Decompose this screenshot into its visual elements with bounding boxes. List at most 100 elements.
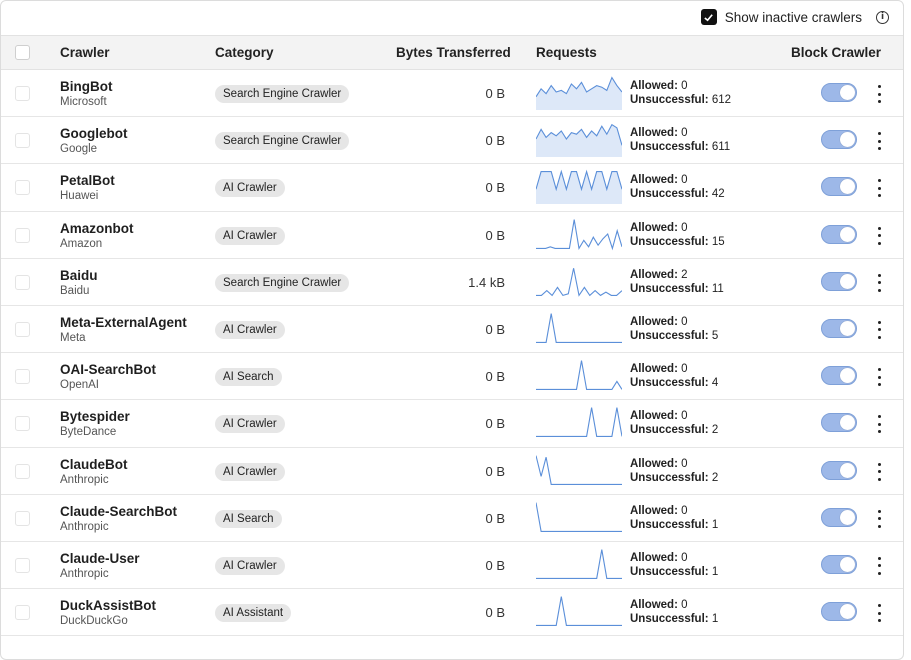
allowed-label: Allowed: xyxy=(630,363,678,376)
more-options-icon[interactable] xyxy=(874,604,884,623)
crawler-name[interactable]: BingBot xyxy=(60,79,112,94)
crawler-name[interactable]: Bytespider xyxy=(60,409,130,424)
block-crawler-toggle[interactable] xyxy=(821,602,857,622)
bytes-transferred: 0 B xyxy=(485,369,505,385)
row-checkbox[interactable] xyxy=(15,180,30,196)
crawler-owner: Meta xyxy=(60,331,86,344)
crawler-name[interactable]: Claude-SearchBot xyxy=(60,504,177,519)
category-badge: Search Engine Crawler xyxy=(215,85,350,103)
more-options-icon[interactable] xyxy=(874,226,884,245)
request-stats: Allowed: 0 Unsuccessful: 42 xyxy=(630,173,725,201)
allowed-label: Allowed: xyxy=(630,221,678,234)
table-row[interactable]: Bytespider ByteDance AI Crawler 0 B Allo… xyxy=(1,400,903,448)
more-options-icon[interactable] xyxy=(874,509,884,528)
more-options-icon[interactable] xyxy=(874,556,884,575)
table-row[interactable]: ClaudeBot Anthropic AI Crawler 0 B Allow… xyxy=(1,448,903,495)
request-stats: Allowed: 0 Unsuccessful: 612 xyxy=(630,79,731,107)
sparkline-line xyxy=(536,313,622,343)
category-badge: AI Crawler xyxy=(215,556,285,575)
table-row[interactable]: Meta-ExternalAgent Meta AI Crawler 0 B A… xyxy=(1,306,903,354)
row-checkbox[interactable] xyxy=(15,86,30,101)
allowed-label: Allowed: xyxy=(630,80,678,92)
crawler-name[interactable]: Amazonbot xyxy=(60,221,134,236)
crawler-name[interactable]: ClaudeBot xyxy=(60,457,128,472)
allowed-label: Allowed: xyxy=(630,127,678,140)
row-checkbox[interactable] xyxy=(15,321,30,337)
more-options-icon[interactable] xyxy=(874,462,884,481)
column-header-crawler[interactable]: Crawler xyxy=(60,45,110,60)
crawler-owner: Anthropic xyxy=(60,520,109,533)
unsuccessful-count: 1 xyxy=(711,565,719,578)
table-row[interactable]: Amazonbot Amazon AI Crawler 0 B Allowed:… xyxy=(1,212,903,259)
toggle-knob xyxy=(840,556,855,572)
category-badge: AI Crawler xyxy=(215,320,285,339)
row-checkbox[interactable] xyxy=(15,133,30,149)
row-checkbox[interactable] xyxy=(15,274,30,290)
block-crawler-toggle[interactable] xyxy=(821,271,857,291)
info-icon[interactable]: i xyxy=(876,10,889,24)
more-options-icon[interactable] xyxy=(874,179,884,198)
row-checkbox[interactable] xyxy=(15,510,30,526)
category-badge: AI Crawler xyxy=(215,462,285,481)
more-options-icon[interactable] xyxy=(874,368,884,387)
column-header-block[interactable]: Block Crawler xyxy=(791,45,881,60)
show-inactive-toggle[interactable]: Show inactive crawlers i xyxy=(700,9,889,25)
block-crawler-toggle[interactable] xyxy=(821,366,857,386)
block-crawler-toggle[interactable] xyxy=(821,318,857,338)
table-row[interactable]: DuckAssistBot DuckDuckGo AI Assistant 0 … xyxy=(1,589,903,637)
allowed-label: Allowed: xyxy=(630,551,678,564)
crawler-name[interactable]: OAI-SearchBot xyxy=(60,362,156,377)
table-row[interactable]: BingBot Microsoft Search Engine Crawler … xyxy=(1,70,903,118)
block-crawler-toggle[interactable] xyxy=(821,554,857,574)
column-header-requests[interactable]: Requests xyxy=(536,45,597,60)
table-row[interactable]: Claude-SearchBot Anthropic AI Search 0 B… xyxy=(1,495,903,542)
more-options-icon[interactable] xyxy=(874,273,884,292)
crawler-name[interactable]: PetalBot xyxy=(60,173,115,188)
table-row[interactable]: Baidu Baidu Search Engine Crawler 1.4 kB… xyxy=(1,259,903,306)
crawler-name[interactable]: Claude-User xyxy=(60,551,140,566)
unsuccessful-count: 1 xyxy=(711,613,719,626)
row-checkbox[interactable] xyxy=(15,227,30,243)
bytes-transferred: 0 B xyxy=(485,227,505,243)
row-checkbox[interactable] xyxy=(15,605,30,621)
table-row[interactable]: OAI-SearchBot OpenAI AI Search 0 B Allow… xyxy=(1,353,903,401)
crawler-name[interactable]: Meta-ExternalAgent xyxy=(60,315,187,330)
block-crawler-toggle[interactable] xyxy=(821,177,857,197)
crawler-name[interactable]: Baidu xyxy=(60,268,98,283)
more-options-icon[interactable] xyxy=(874,320,884,339)
unsuccessful-count: 1 xyxy=(711,518,719,531)
block-crawler-toggle[interactable] xyxy=(821,460,857,480)
column-header-category[interactable]: Category xyxy=(215,45,274,60)
category-badge: AI Crawler xyxy=(215,415,285,434)
sparkline-area xyxy=(536,77,622,110)
show-inactive-checkbox[interactable] xyxy=(700,9,717,25)
more-options-icon[interactable] xyxy=(874,85,884,103)
requests-sparkline xyxy=(536,596,622,627)
bytes-transferred: 0 B xyxy=(485,416,505,432)
block-crawler-toggle[interactable] xyxy=(821,507,857,527)
crawler-name[interactable]: Googlebot xyxy=(60,126,128,141)
column-header-bytes[interactable]: Bytes Transferred xyxy=(396,45,511,60)
allowed-label: Allowed: xyxy=(630,174,678,187)
block-crawler-toggle[interactable] xyxy=(821,83,857,102)
table-row[interactable]: PetalBot Huawei AI Crawler 0 B Allowed: … xyxy=(1,164,903,212)
allowed-count: 0 xyxy=(681,363,688,376)
crawler-name[interactable]: DuckAssistBot xyxy=(60,598,156,613)
block-crawler-toggle[interactable] xyxy=(821,413,857,433)
more-options-icon[interactable] xyxy=(874,415,884,434)
toggle-knob xyxy=(840,462,855,478)
select-all-checkbox[interactable] xyxy=(15,45,30,60)
block-crawler-toggle[interactable] xyxy=(821,224,857,244)
row-checkbox[interactable] xyxy=(15,369,30,385)
table-row[interactable]: Googlebot Google Search Engine Crawler 0… xyxy=(1,117,903,165)
row-checkbox[interactable] xyxy=(15,557,30,573)
allowed-count: 0 xyxy=(681,315,688,328)
sparkline-line xyxy=(536,407,622,438)
table-row[interactable]: Claude-User Anthropic AI Crawler 0 B All… xyxy=(1,542,903,590)
more-options-icon[interactable] xyxy=(874,132,884,151)
allowed-count: 0 xyxy=(681,599,688,612)
row-checkbox[interactable] xyxy=(15,463,30,479)
unsuccessful-count: 612 xyxy=(711,94,731,106)
block-crawler-toggle[interactable] xyxy=(821,130,857,150)
row-checkbox[interactable] xyxy=(15,416,30,432)
